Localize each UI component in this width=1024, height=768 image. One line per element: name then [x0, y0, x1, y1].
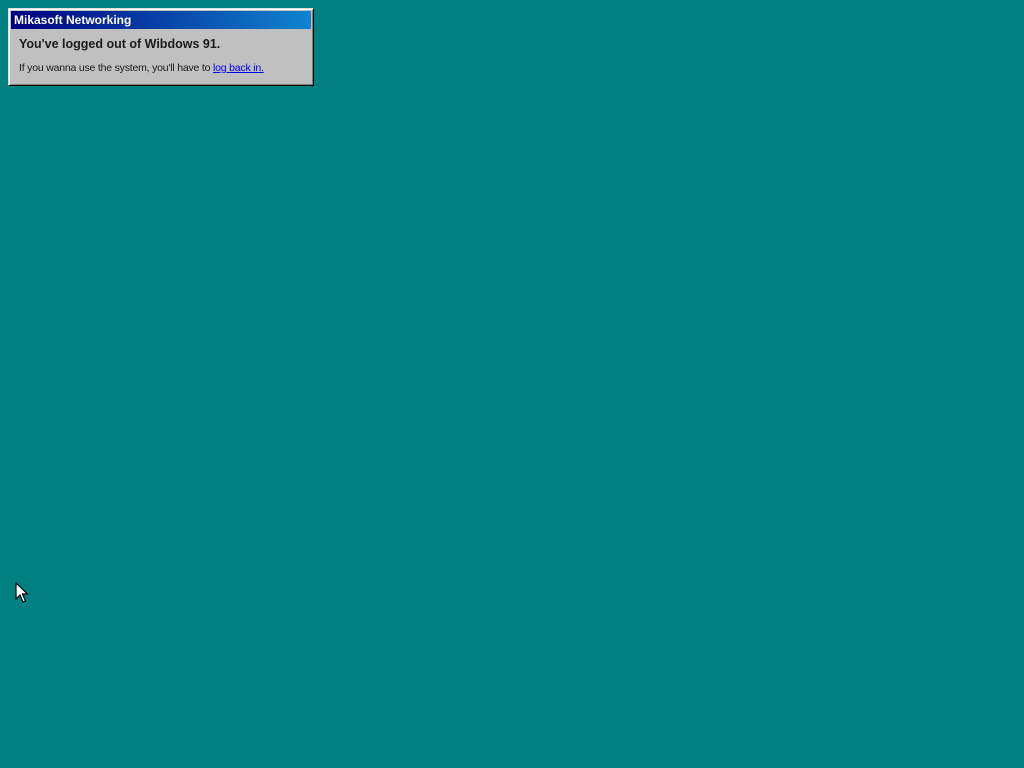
dialog-titlebar[interactable]: Mikasoft Networking [11, 11, 311, 29]
logout-message-text: If you wanna use the system, you'll have… [19, 62, 213, 74]
dialog-content: You've logged out of Wibdows 91. If you … [11, 29, 311, 74]
dialog-title: Mikasoft Networking [14, 13, 132, 27]
networking-dialog: Mikasoft Networking You've logged out of… [8, 8, 314, 86]
log-back-in-link[interactable]: log back in. [213, 62, 264, 74]
desktop: Mikasoft Networking You've logged out of… [0, 0, 1024, 768]
logout-message: If you wanna use the system, you'll have… [19, 62, 311, 74]
arrow-cursor-icon [15, 582, 29, 603]
logout-heading: You've logged out of Wibdows 91. [19, 37, 221, 51]
